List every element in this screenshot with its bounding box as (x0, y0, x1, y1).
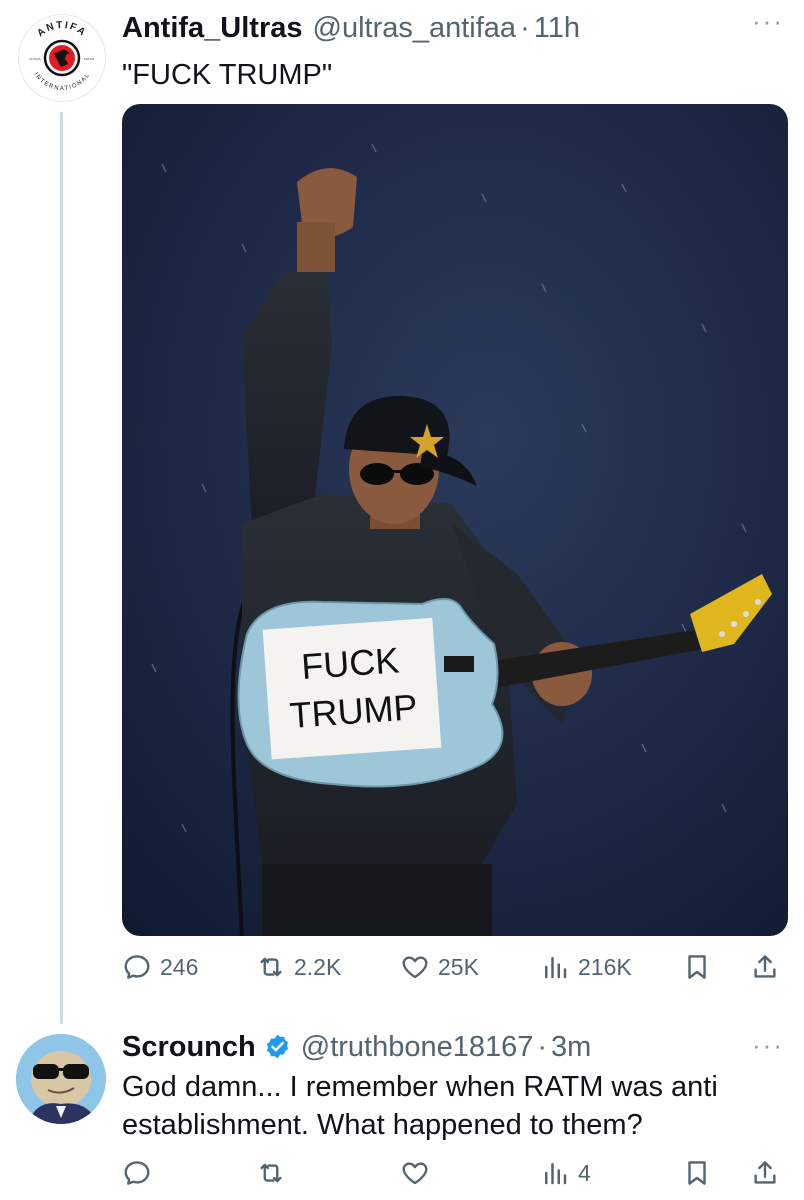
views-chart-icon (545, 957, 567, 979)
share-icon (754, 955, 776, 978)
like-button[interactable] (400, 1158, 430, 1188)
concert-photo: FUCK TRUMP (122, 104, 788, 936)
bookmark-icon (688, 1161, 706, 1185)
verified-badge-icon (266, 1034, 288, 1059)
tweet-header: Antifa_Ultras @ultras_antifaa · 11h (122, 12, 580, 45)
views-button[interactable]: 4 (540, 1158, 591, 1188)
reply-icon (124, 1161, 150, 1185)
bookmark-button[interactable] (682, 952, 712, 982)
tweet-header: Scrounch @truthbone18167 · 3m (122, 1029, 591, 1064)
repost-count: 2.2K (294, 953, 342, 980)
repost-icon (260, 1163, 282, 1183)
repost-button[interactable]: 2.2K (256, 952, 341, 982)
timestamp[interactable]: 11h (534, 12, 580, 45)
tweet-text: "FUCK TRUMP" (122, 59, 333, 91)
view-count: 4 (578, 1159, 591, 1186)
share-button[interactable] (750, 1158, 780, 1188)
like-button[interactable]: 25K (400, 952, 479, 982)
tweet-actions: 4 (122, 1158, 786, 1192)
display-name[interactable]: Antifa_Ultras (122, 12, 303, 45)
thread-line (60, 112, 63, 1024)
tweet-actions: 246 2.2K 25K 216K (122, 952, 786, 986)
timestamp[interactable]: 3m (551, 1031, 591, 1064)
antifa-avatar[interactable]: ANTIFA INTERNATIONAL ULTRAS ANTIFA (18, 14, 106, 102)
display-name[interactable]: Scrounch (122, 1031, 256, 1064)
reply-button[interactable]: 246 (122, 952, 198, 982)
reply-button[interactable] (122, 1158, 152, 1188)
guitar-sign-line1: FUCK (300, 639, 401, 687)
like-count: 25K (438, 953, 479, 980)
antifa-logo-icon: ANTIFA INTERNATIONAL ULTRAS ANTIFA (19, 15, 105, 101)
tweet-text: God damn... I remember when RATM was ant… (122, 1071, 718, 1141)
views-chart-icon (545, 1163, 567, 1185)
separator-dot: · (520, 12, 530, 44)
bookmark-icon (688, 955, 706, 979)
repost-icon (260, 957, 282, 977)
cartoon-sunglasses-avatar-icon (16, 1034, 106, 1124)
bookmark-button[interactable] (682, 1158, 712, 1188)
more-options-button[interactable]: ··· (752, 6, 784, 37)
reply-count: 246 (160, 953, 199, 980)
user-handle[interactable]: @ultras_antifaa (313, 12, 517, 45)
reply-icon (124, 955, 150, 979)
user-handle[interactable]: @truthbone18167 (301, 1031, 534, 1064)
share-button[interactable] (750, 952, 780, 982)
share-icon (754, 1161, 776, 1184)
view-count: 216K (578, 953, 632, 980)
separator-dot: · (537, 1031, 548, 1063)
heart-icon (402, 956, 428, 979)
repost-button[interactable] (256, 1158, 286, 1188)
tweet-media-photo[interactable]: FUCK TRUMP (122, 104, 788, 936)
avatar-side-left: ULTRAS (29, 57, 41, 61)
scrounch-avatar[interactable] (16, 1034, 106, 1124)
views-button[interactable]: 216K (540, 952, 632, 982)
more-options-button[interactable]: ··· (752, 1030, 784, 1061)
heart-icon (402, 1162, 428, 1185)
avatar-side-right: ANTIFA (84, 57, 95, 61)
